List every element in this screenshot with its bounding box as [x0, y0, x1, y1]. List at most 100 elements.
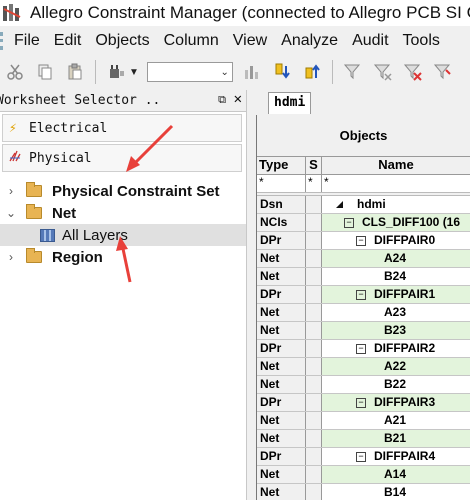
paste-icon[interactable] [62, 59, 88, 85]
table-row[interactable]: DPr − DIFFPAIR4 [257, 448, 470, 466]
row-name-cell: A22 [322, 358, 470, 375]
row-name: A23 [384, 305, 407, 319]
menu-bar: File Edit Objects Column View Analyze Audit Too… [0, 28, 470, 54]
row-type: Net [257, 430, 306, 447]
table-row[interactable]: Net B22 [257, 376, 470, 394]
row-type: Net [257, 304, 306, 321]
row-name-cell: − DIFFPAIR3 [322, 394, 470, 411]
close-icon[interactable]: ✕ [234, 91, 242, 107]
row-name: DIFFPAIR2 [374, 341, 436, 355]
row-type: Net [257, 484, 306, 500]
row-name: B24 [384, 269, 407, 283]
menu-objects[interactable]: Objects [95, 32, 149, 50]
tab-electrical[interactable]: ⚡ Electrical [2, 114, 242, 142]
table-row[interactable]: Dsn hdmi [257, 196, 470, 214]
flag-down-icon[interactable] [269, 59, 295, 85]
filter-row: * * * [257, 175, 470, 193]
table-row[interactable]: Net A23 [257, 304, 470, 322]
row-status [306, 466, 322, 483]
tree-item-region[interactable]: › Region [0, 246, 246, 268]
filter-type[interactable]: * [257, 175, 306, 192]
table-row[interactable]: Net B14 [257, 484, 470, 500]
collapse-icon[interactable]: − [356, 343, 366, 354]
filter-icon[interactable] [340, 59, 366, 85]
collapse-icon[interactable]: − [344, 217, 354, 228]
filter-name[interactable]: * [322, 175, 470, 192]
copy-icon[interactable] [32, 59, 58, 85]
row-name-cell: − DIFFPAIR1 [322, 286, 470, 303]
column-header-type[interactable]: Type [257, 157, 306, 174]
row-name: DIFFPAIR3 [374, 395, 436, 409]
table-row[interactable]: NCIs − CLS_DIFF100 (16 [257, 214, 470, 232]
menu-file[interactable]: File [14, 32, 40, 50]
filter-clear-icon[interactable] [370, 59, 396, 85]
menubar-grip [0, 32, 6, 50]
tree-item-all-layers[interactable]: All Layers [0, 224, 246, 246]
worksheet-selector-title: Worksheet Selector .. [0, 93, 161, 108]
column-header-name[interactable]: Name [322, 157, 470, 174]
collapse-icon[interactable]: − [356, 235, 366, 246]
flag-up-icon[interactable] [299, 59, 325, 85]
restore-icon[interactable]: ⧉ [218, 93, 226, 107]
tab-hdmi[interactable]: hdmi [268, 92, 312, 114]
cut-icon[interactable] [2, 59, 28, 85]
filter-s[interactable]: * [306, 175, 322, 192]
row-name-cell: B23 [322, 322, 470, 339]
filter-flag-icon[interactable] [430, 59, 456, 85]
row-type: Net [257, 322, 306, 339]
row-status [306, 412, 322, 429]
toolbar-combo[interactable]: ⌄ [146, 62, 233, 82]
table-row[interactable]: Net A24 [257, 250, 470, 268]
table-row[interactable]: Net B23 [257, 322, 470, 340]
table-row[interactable]: DPr − DIFFPAIR2 [257, 340, 470, 358]
tree-item-label: Net [52, 204, 77, 222]
row-type: DPr [257, 340, 306, 357]
expanded-triangle-icon[interactable] [336, 201, 343, 209]
tree-item-physical-constraint-set[interactable]: › Physical Constraint Set [0, 180, 246, 202]
tab-physical[interactable]: Physical [2, 144, 242, 172]
column-header-row: Type S Name [257, 157, 470, 175]
table-row[interactable]: Net B24 [257, 268, 470, 286]
collapse-icon[interactable]: − [356, 451, 366, 462]
row-status [306, 484, 322, 500]
tree-item-net[interactable]: ⌄ Net [0, 202, 246, 224]
collapse-icon[interactable]: − [356, 397, 366, 408]
chevron-right-icon[interactable]: › [4, 184, 18, 198]
row-name: A24 [384, 251, 407, 265]
document-area: hdmi Objects Type S Name * * * Dsn hdmi NC… [248, 90, 470, 500]
column-header-s[interactable]: S [306, 157, 322, 174]
row-name-cell: B21 [322, 430, 470, 447]
chart-icon[interactable] [239, 59, 265, 85]
filter-x-icon[interactable] [400, 59, 426, 85]
chevron-down-icon: ⌄ [220, 67, 229, 78]
row-name: A22 [384, 359, 407, 373]
menu-column[interactable]: Column [164, 32, 219, 50]
row-name-cell: − DIFFPAIR0 [322, 232, 470, 249]
chevron-down-icon[interactable]: ⌄ [4, 206, 18, 220]
table-row[interactable]: DPr − DIFFPAIR1 [257, 286, 470, 304]
table-row[interactable]: Net B21 [257, 430, 470, 448]
table-row[interactable]: Net A14 [257, 466, 470, 484]
menu-view[interactable]: View [233, 32, 267, 50]
table-row[interactable]: DPr − DIFFPAIR0 [257, 232, 470, 250]
row-status [306, 430, 322, 447]
plug-dropdown-arrow[interactable]: ▼ [129, 67, 139, 78]
chevron-right-icon[interactable]: › [4, 250, 18, 264]
tab-electrical-label: Electrical [29, 120, 108, 136]
table-row[interactable]: Net A21 [257, 412, 470, 430]
menu-tools[interactable]: Tools [403, 32, 440, 50]
row-name: A21 [384, 413, 407, 427]
menu-analyze[interactable]: Analyze [281, 32, 338, 50]
menu-edit[interactable]: Edit [54, 32, 82, 50]
collapse-icon[interactable]: − [356, 289, 366, 300]
menu-audit[interactable]: Audit [352, 32, 388, 50]
row-status [306, 286, 322, 303]
table-row[interactable]: Net A22 [257, 358, 470, 376]
row-status [306, 268, 322, 285]
table-row[interactable]: DPr − DIFFPAIR3 [257, 394, 470, 412]
app-icon [2, 3, 24, 23]
plug-icon[interactable] [103, 59, 129, 85]
window-title: Allegro Constraint Manager (connected to… [30, 3, 470, 22]
tab-physical-label: Physical [29, 150, 92, 166]
toolbar-separator [331, 60, 333, 84]
